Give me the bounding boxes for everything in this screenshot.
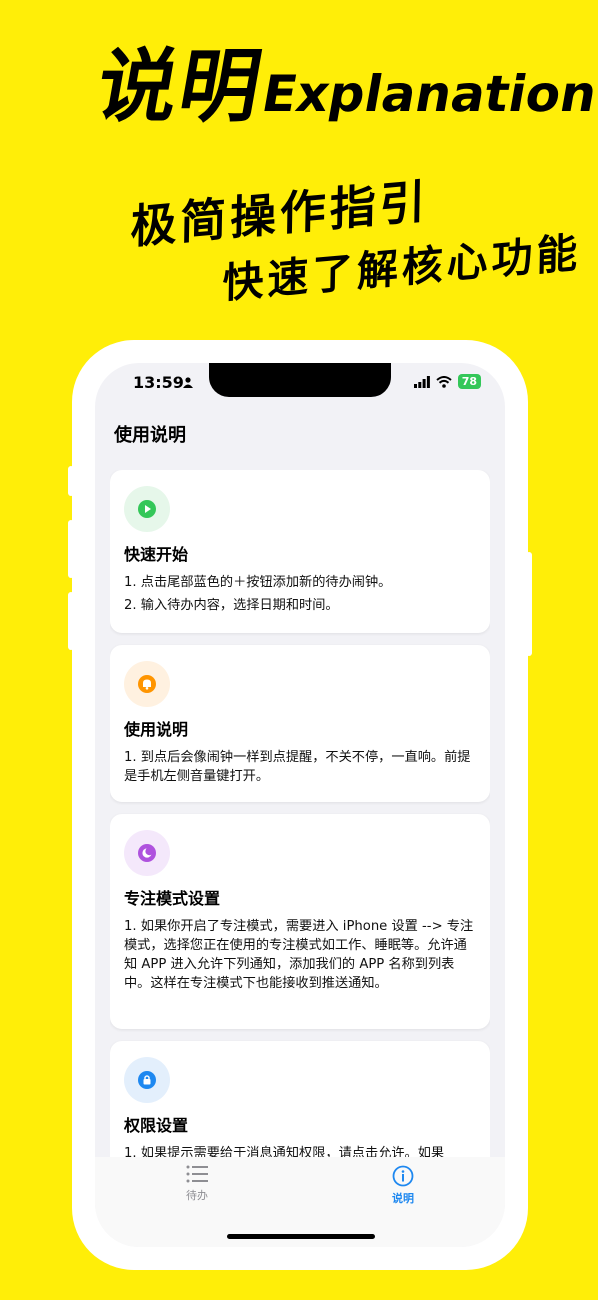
card-title: 使用说明 <box>124 720 189 739</box>
card-body: 1. 点击尾部蓝色的＋按钮添加新的待办闹钟。 2. 输入待办内容，选择日期和时间… <box>124 573 476 615</box>
card-title: 快速开始 <box>124 545 189 564</box>
tab-info[interactable]: 说明 <box>363 1165 443 1206</box>
play-icon <box>138 500 156 518</box>
card-usage: 使用说明 1. 到点后会像闹钟一样到点提醒，不关不停，一直响。前提是手机左侧音量… <box>110 645 490 802</box>
promo-headline: 说明 Explanation <box>89 40 598 133</box>
card-permissions: 权限设置 1. 如果提示需要给于消息通知权限，请点击允许。如果 <box>110 1041 490 1158</box>
tab-todo-label: 待办 <box>186 1189 208 1202</box>
card-line: 1. 如果你开启了专注模式，需要进入 iPhone 设置 --> 专注模式，选择… <box>124 919 474 991</box>
card-icon-bg <box>124 830 170 876</box>
phone-frame: 13:59 78 使用说明 快速开始 1. 点击尾部蓝色的＋按钮添加新的待办闹钟… <box>72 340 528 1270</box>
card-title: 权限设置 <box>124 1116 189 1135</box>
card-line: 1. 点击尾部蓝色的＋按钮添加新的待办闹钟。 <box>124 575 392 590</box>
signal-icon <box>413 375 430 388</box>
instruction-list[interactable]: 快速开始 1. 点击尾部蓝色的＋按钮添加新的待办闹钟。 2. 输入待办内容，选择… <box>110 470 490 1158</box>
card-body: 1. 如果提示需要给于消息通知权限，请点击允许。如果 <box>124 1144 476 1158</box>
card-line: 1. 到点后会像闹钟一样到点提醒，不关不停，一直响。前提是手机左侧音量键打开。 <box>124 750 471 784</box>
card-title: 专注模式设置 <box>124 889 221 908</box>
tab-info-label: 说明 <box>392 1192 414 1205</box>
card-icon-bg <box>124 1057 170 1103</box>
phone-screen: 13:59 78 使用说明 快速开始 1. 点击尾部蓝色的＋按钮添加新的待办闹钟… <box>95 363 505 1247</box>
status-bar: 13:59 78 <box>95 363 505 403</box>
headline-en: Explanation <box>257 65 598 123</box>
card-body: 1. 如果你开启了专注模式，需要进入 iPhone 设置 --> 专注模式，选择… <box>124 917 476 993</box>
bell-icon <box>138 675 156 693</box>
lock-icon <box>138 1071 156 1089</box>
card-icon-bg <box>124 661 170 707</box>
battery-indicator: 78 <box>457 374 481 389</box>
card-body: 1. 到点后会像闹钟一样到点提醒，不关不停，一直响。前提是手机左侧音量键打开。 <box>124 748 476 786</box>
info-icon <box>392 1165 414 1187</box>
wifi-icon <box>436 375 452 388</box>
card-quick-start: 快速开始 1. 点击尾部蓝色的＋按钮添加新的待办闹钟。 2. 输入待办内容，选择… <box>110 470 490 633</box>
status-time: 13:59 <box>133 373 184 392</box>
home-indicator <box>227 1234 375 1239</box>
card-line: 1. 如果提示需要给于消息通知权限，请点击允许。如果 <box>124 1146 445 1158</box>
list-icon <box>186 1165 208 1183</box>
dynamic-island <box>209 363 391 397</box>
moon-icon <box>138 844 156 862</box>
tab-bar: 待办 说明 <box>95 1157 505 1247</box>
card-line: 2. 输入待办内容，选择日期和时间。 <box>124 598 339 613</box>
person-icon <box>183 377 193 388</box>
card-icon-bg <box>124 486 170 532</box>
card-focus-mode: 专注模式设置 1. 如果你开启了专注模式，需要进入 iPhone 设置 --> … <box>110 814 490 1029</box>
headline-cn: 说明 <box>89 40 271 133</box>
page-title: 使用说明 <box>114 425 186 446</box>
tab-todo[interactable]: 待办 <box>157 1165 237 1203</box>
